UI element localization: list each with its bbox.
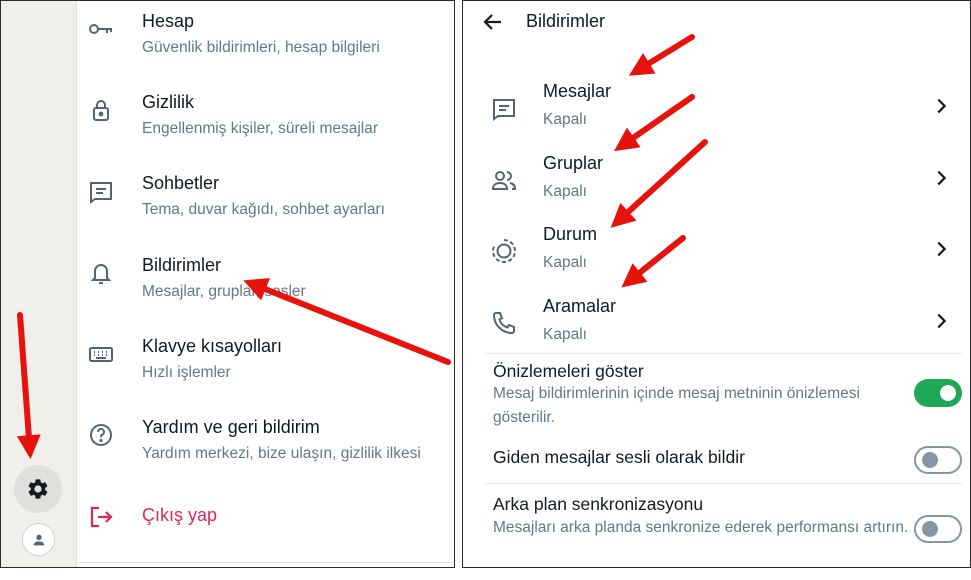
notifications-panel: Bildirimler Mesajlar Kapalı Gruplar Kapa… [462,0,971,568]
menu-item-subtitle: Yardım merkezi, bize ulaşın, gizlilik il… [142,445,421,462]
toggle-knob [940,385,956,401]
toggle-title: Arka plan senkronizasyonu [493,494,704,514]
outgoing-sound-toggle[interactable] [914,446,962,474]
toggle-row-previews: Önizlemeleri göster Mesaj bildirimlerini… [463,353,970,441]
chevron-right-icon [937,170,947,186]
logout-label: Çıkış yap [142,505,218,525]
category-status: Kapalı [543,326,587,343]
menu-item-title: Gizlilik [142,92,194,112]
chevron-right-icon [937,98,947,114]
toggle-description: Mesajları arka planda senkronize ederek … [493,519,909,536]
category-status: Kapalı [543,111,587,128]
menu-item-klavye-kisayollari[interactable]: Klavye kısayolları Hızlı işlemler [77,326,454,406]
menu-item-bildirimler[interactable]: Bildirimler Mesajlar, gruplar, sesler [77,245,454,325]
previews-toggle[interactable] [914,379,962,407]
category-status: Kapalı [543,254,587,271]
help-icon [87,421,115,449]
settings-panel: Hesap Güvenlik bildirimleri, hesap bilgi… [0,0,455,568]
menu-item-gizlilik[interactable]: Gizlilik Engellenmiş kişiler, süreli mes… [77,82,454,162]
toggle-title: Önizlemeleri göster [493,361,644,381]
notifications-header: Bildirimler [463,1,970,45]
phone-icon [489,308,519,338]
category-title: Aramalar [543,296,617,316]
category-durum[interactable]: Durum Kapalı [463,216,970,288]
toggle-title: Giden mesajlar sesli olarak bildir [493,447,745,467]
category-title: Mesajlar [543,81,612,101]
chevron-right-icon [937,241,947,257]
toggle-knob [922,452,938,468]
status-icon [489,236,519,266]
background-sync-toggle[interactable] [914,515,962,543]
keyboard-icon [87,340,115,368]
message-icon [489,93,519,123]
key-icon [87,15,115,43]
chat-icon [87,177,115,205]
chevron-right-icon [937,313,947,329]
menu-item-title: Bildirimler [142,255,222,275]
group-icon [489,165,519,195]
category-title: Gruplar [543,153,604,173]
toggle-row-outgoing-sound: Giden mesajlar sesli olarak bildir [463,441,970,483]
menu-item-logout[interactable]: Çıkış yap [77,495,454,567]
menu-item-sohbetler[interactable]: Sohbetler Tema, duvar kağıdı, sohbet aya… [77,163,454,243]
toggle-knob [922,521,938,537]
menu-item-yardim[interactable]: Yardım ve geri bildirim Yardım merkezi, … [77,407,454,487]
category-title: Durum [543,224,598,244]
toggle-description: Mesaj bildirimlerinin içinde mesaj metni… [493,385,860,426]
toggle-row-background-sync: Arka plan senkronizasyonu Mesajları arka… [463,483,970,567]
bell-icon [87,259,115,287]
settings-button[interactable] [14,465,62,513]
logout-icon [87,503,115,531]
category-mesajlar[interactable]: Mesajlar Kapalı [463,73,970,145]
menu-item-title: Hesap [142,11,195,31]
menu-item-subtitle: Mesajlar, gruplar, sesler [142,283,306,300]
category-aramalar[interactable]: Aramalar Kapalı [463,288,970,360]
menu-item-title: Klavye kısayolları [142,336,283,356]
menu-item-subtitle: Tema, duvar kağıdı, sohbet ayarları [142,201,385,218]
gear-icon [28,479,48,499]
category-gruplar[interactable]: Gruplar Kapalı [463,145,970,217]
menu-item-subtitle: Engellenmiş kişiler, süreli mesajlar [142,120,379,137]
divider [77,562,454,563]
back-arrow-icon[interactable] [481,10,505,34]
navigation-rail [1,1,77,567]
lock-icon [87,96,115,124]
avatar-icon [33,534,44,545]
profile-button[interactable] [22,523,55,556]
menu-item-subtitle: Hızlı işlemler [142,364,231,381]
menu-item-hesap[interactable]: Hesap Güvenlik bildirimleri, hesap bilgi… [77,1,454,81]
page-title: Bildirimler [526,11,606,31]
category-status: Kapalı [543,183,587,200]
menu-item-subtitle: Güvenlik bildirimleri, hesap bilgileri [142,39,380,56]
menu-item-title: Sohbetler [142,173,220,193]
menu-item-title: Yardım ve geri bildirim [142,417,320,437]
